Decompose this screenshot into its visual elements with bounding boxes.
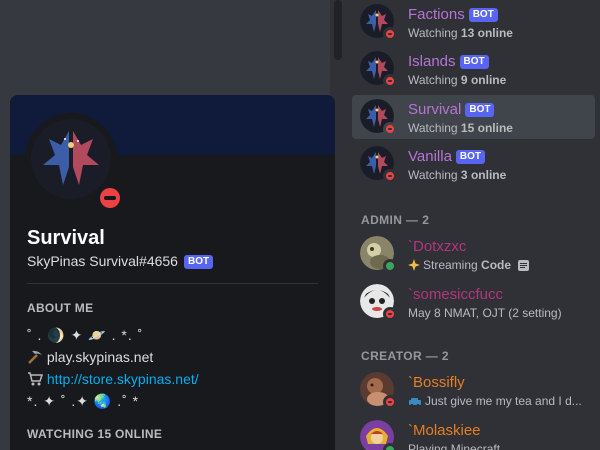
status-prefix: Watching [408,168,461,182]
online-status-icon [383,443,397,450]
status-count: 3 [460,168,468,182]
status-suffix: online [474,26,513,40]
store-link[interactable]: http://store.skypinas.net/ [47,371,199,387]
sparkles-icon [408,259,420,271]
member-status: May 8 NMAT, OJT (2 setting) [408,306,562,320]
member-name: `Dotxzxc [408,238,467,255]
member-molaskiee[interactable]: `Molaskiee Playing Minecraft [352,416,595,450]
bot-tag: BOT [459,55,489,69]
avatar[interactable] [360,51,397,88]
rich-presence-icon [518,260,530,271]
bot-tag: BOT [183,255,214,269]
member-dotxzxc[interactable]: `Dotxzxc Streaming Code [352,232,595,276]
bot-tag: BOT [465,103,495,117]
member-survival[interactable]: Survival BOT Watching 15 online [352,95,595,139]
dnd-status-icon [383,307,397,321]
about-decoration-top: ˚ . 🌒 ✦ 🪐 . *. ˚ [27,327,144,343]
member-name: `Molaskiee [408,422,481,439]
member-factions[interactable]: Factions BOT Watching 13 online [352,0,595,44]
status-count: 9 [460,73,468,87]
status-prefix: Streaming [423,258,482,272]
dnd-status-icon [383,27,397,41]
member-somesiccfucc[interactable]: `somesiccfucc May 8 NMAT, OJT (2 setting… [352,280,595,324]
profile-username: Survival [27,227,105,249]
status-count: 13 [460,26,475,40]
status-prefix: Watching [408,26,461,40]
shopping-cart-icon [28,372,43,386]
bot-tag: BOT [455,150,486,164]
member-name: Islands [408,53,456,70]
about-decoration-bottom: *. ✦ ˚ .✦ 🌏 .˚ * [27,393,140,409]
avatar[interactable] [360,372,397,409]
avatar[interactable] [360,99,397,136]
profile-popout: Survival SkyPinas Survival#4656 BOT ABOUT… [10,95,335,450]
online-status-icon [383,259,397,273]
about-me-header: ABOUT ME [27,301,94,315]
member-islands[interactable]: Islands BOT Watching 9 online [352,47,595,91]
bot-tag: BOT [468,8,498,22]
activity-header: WATCHING 15 ONLINE [27,427,163,441]
dnd-status-icon [383,74,397,88]
dnd-status-icon [383,122,397,136]
status-suffix: online [467,73,507,87]
dnd-status-icon [383,395,397,409]
profile-avatar[interactable] [25,113,125,213]
member-name: `somesiccfucc [408,286,504,303]
pickaxe-icon [28,350,42,364]
member-vanilla[interactable]: Vanilla BOT Watching 3 online [352,142,595,186]
status-count: 15 [460,121,475,135]
car-icon [409,398,421,407]
member-name: Vanilla [408,148,452,165]
role-header-admin: ADMIN — 2 [361,213,430,227]
scrollbar-thumb[interactable] [334,0,342,60]
server-address: play.skypinas.net [46,349,154,365]
avatar[interactable] [360,4,397,41]
avatar[interactable] [360,236,397,273]
member-name: Survival [408,101,462,118]
status-prefix: Watching [408,73,461,87]
member-status: Playing Minecraft [408,442,501,450]
member-name: `Bossifly [408,374,465,391]
member-bossifly[interactable]: `Bossifly Just give me my tea and I d... [352,368,595,412]
role-header-creator: CREATOR — 2 [361,349,449,363]
divider [27,283,318,284]
avatar[interactable] [360,146,397,183]
avatar[interactable] [360,420,397,450]
member-status: Just give me my tea and I d... [425,394,582,408]
status-game: Code [481,258,512,272]
dnd-status-icon [95,183,125,213]
status-suffix: online [467,168,507,182]
status-prefix: Watching [408,121,461,135]
status-suffix: online [474,121,513,135]
member-name: Factions [408,6,465,23]
avatar[interactable] [360,284,397,321]
profile-tag: SkyPinas Survival#4656 [27,253,178,269]
dnd-status-icon [383,169,397,183]
